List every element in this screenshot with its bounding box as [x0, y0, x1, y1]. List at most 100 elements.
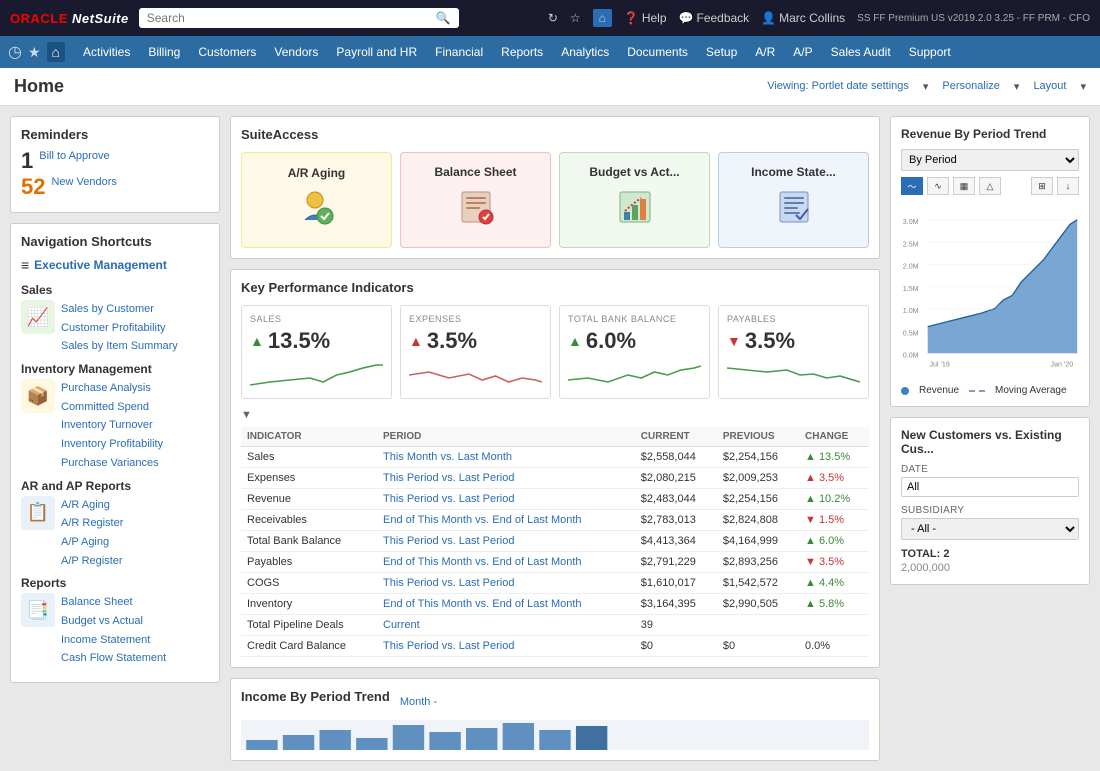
- nav-payroll[interactable]: Payroll and HR: [328, 36, 425, 68]
- nav-sales-audit[interactable]: Sales Audit: [823, 36, 899, 68]
- layout-link[interactable]: Layout: [1033, 80, 1066, 93]
- kpi-bank-value: ▲ 6.0%: [568, 328, 701, 354]
- chart-wave-icon[interactable]: ∿: [927, 177, 949, 195]
- budget-vs-actual-link[interactable]: Budget vs Actual: [61, 612, 166, 631]
- nav-setup[interactable]: Setup: [698, 36, 745, 68]
- ar-links: A/R Aging A/R Register A/P Aging A/P Reg…: [61, 496, 123, 571]
- reminder-item-2: 52 New Vendors: [21, 176, 209, 198]
- chart-download-icon[interactable]: ↓: [1057, 177, 1079, 195]
- ar-aging-link[interactable]: A/R Aging: [61, 496, 123, 515]
- reminder-label-2[interactable]: New Vendors: [51, 176, 116, 188]
- recent-icon[interactable]: ◷: [8, 42, 22, 62]
- kpi-period[interactable]: Current: [377, 615, 635, 636]
- kpi-period[interactable]: This Period vs. Last Period: [377, 531, 635, 552]
- kpi-period[interactable]: This Period vs. Last Period: [377, 468, 635, 489]
- kpi-sales-sparkline: [250, 360, 383, 390]
- kpi-change: ▲ 13.5%: [799, 447, 869, 468]
- nav-shortcuts-title: Navigation Shortcuts: [21, 234, 209, 249]
- kpi-period[interactable]: This Period vs. Last Period: [377, 573, 635, 594]
- suite-card-ar-icon: [297, 188, 337, 235]
- customer-profitability-link[interactable]: Customer Profitability: [61, 319, 178, 338]
- kpi-change: 0.0%: [799, 636, 869, 657]
- purchase-variances-link[interactable]: Purchase Variances: [61, 454, 163, 473]
- nav-financial[interactable]: Financial: [427, 36, 491, 68]
- kpi-period[interactable]: End of This Month vs. End of Last Month: [377, 510, 635, 531]
- kpi-indicator: Receivables: [241, 510, 377, 531]
- kpi-col-current: CURRENT: [635, 427, 717, 447]
- bookmark-icon[interactable]: ☆: [570, 11, 581, 25]
- search-icon[interactable]: 🔍: [436, 11, 451, 25]
- kpi-card-expenses: EXPENSES ▲ 3.5%: [400, 305, 551, 399]
- feedback-link[interactable]: 💬 Feedback: [679, 11, 750, 25]
- subsidiary-select[interactable]: - All -: [901, 518, 1079, 540]
- svg-text:1.5M: 1.5M: [903, 285, 919, 293]
- nav-analytics[interactable]: Analytics: [553, 36, 617, 68]
- balance-sheet-link[interactable]: Balance Sheet: [61, 593, 166, 612]
- kpi-current: $2,483,044: [635, 489, 717, 510]
- kpi-period[interactable]: This Period vs. Last Period: [377, 489, 635, 510]
- filter-arrow-icon[interactable]: ▼: [241, 409, 252, 421]
- chart-bar-icon[interactable]: ▦: [953, 177, 975, 195]
- nav-vendors[interactable]: Vendors: [266, 36, 326, 68]
- nav-documents[interactable]: Documents: [619, 36, 696, 68]
- income-statement-link[interactable]: Income Statement: [61, 631, 166, 650]
- inventory-profitability-link[interactable]: Inventory Profitability: [61, 435, 163, 454]
- reminder-num-2: 52: [21, 176, 45, 198]
- date-input[interactable]: [901, 477, 1079, 497]
- ap-aging-link[interactable]: A/P Aging: [61, 533, 123, 552]
- kpi-sales-label: SALES: [250, 314, 383, 324]
- suite-card-ar-aging[interactable]: A/R Aging: [241, 152, 392, 248]
- total-row: TOTAL: 2: [901, 548, 1079, 560]
- chart-area-icon[interactable]: △: [979, 177, 1001, 195]
- kpi-card-payables: PAYABLES ▼ 3.5%: [718, 305, 869, 399]
- home-nav-icon[interactable]: ⌂: [47, 42, 65, 62]
- nav-billing[interactable]: Billing: [140, 36, 188, 68]
- nav-activities[interactable]: Activities: [75, 36, 138, 68]
- purchase-analysis-link[interactable]: Purchase Analysis: [61, 379, 163, 398]
- suite-card-income[interactable]: Income State...: [718, 152, 869, 248]
- ar-register-link[interactable]: A/R Register: [61, 514, 123, 533]
- nav-reports[interactable]: Reports: [493, 36, 551, 68]
- personalize-link[interactable]: Personalize: [942, 80, 999, 93]
- cash-flow-link[interactable]: Cash Flow Statement: [61, 649, 166, 668]
- exec-link[interactable]: Executive Management: [34, 258, 167, 272]
- favorites-icon[interactable]: ★: [28, 44, 41, 61]
- user-menu[interactable]: 👤 Marc Collins: [761, 11, 845, 25]
- sales-by-customer-link[interactable]: Sales by Customer: [61, 300, 178, 319]
- inventory-turnover-link[interactable]: Inventory Turnover: [61, 416, 163, 435]
- chart-type-icons: 〜 ∿ ▦ △ ⊞ ↓: [901, 177, 1079, 195]
- reminder-label-1[interactable]: Bill to Approve: [39, 150, 109, 162]
- income-filter[interactable]: Month -: [400, 696, 437, 708]
- kpi-period[interactable]: End of This Month vs. End of Last Month: [377, 594, 635, 615]
- chart-zoom-icon[interactable]: ⊞: [1031, 177, 1053, 195]
- sales-by-item-link[interactable]: Sales by Item Summary: [61, 337, 178, 356]
- search-input[interactable]: [147, 11, 432, 25]
- viewing-portlet-link[interactable]: Viewing: Portlet date settings: [767, 80, 909, 93]
- chart-line-icon[interactable]: 〜: [901, 177, 923, 195]
- period-select[interactable]: By Period: [901, 149, 1079, 171]
- suite-card-budget[interactable]: Budget vs Act...: [559, 152, 710, 248]
- help-link[interactable]: ❓ Help: [624, 11, 667, 25]
- committed-spend-link[interactable]: Committed Spend: [61, 398, 163, 417]
- nav-customers[interactable]: Customers: [190, 36, 264, 68]
- income-period-title: Income By Period Trend: [241, 689, 390, 704]
- ar-group-title: AR and AP Reports: [21, 479, 209, 493]
- kpi-period[interactable]: This Month vs. Last Month: [377, 447, 635, 468]
- kpi-current: $2,783,013: [635, 510, 717, 531]
- kpi-change: ▲ 6.0%: [799, 531, 869, 552]
- ar-group: 📋 A/R Aging A/R Register A/P Aging A/P R…: [21, 496, 209, 571]
- kpi-period[interactable]: This Period vs. Last Period: [377, 636, 635, 657]
- kpi-previous: [717, 615, 799, 636]
- nav-ap[interactable]: A/P: [785, 36, 820, 68]
- nav-support[interactable]: Support: [901, 36, 959, 68]
- home-icon[interactable]: ⌂: [593, 9, 612, 27]
- suite-card-balance[interactable]: Balance Sheet: [400, 152, 551, 248]
- nav-ar[interactable]: A/R: [747, 36, 783, 68]
- refresh-icon[interactable]: ↻: [548, 11, 558, 25]
- kpi-period[interactable]: End of This Month vs. End of Last Month: [377, 552, 635, 573]
- ap-register-link[interactable]: A/P Register: [61, 552, 123, 571]
- inv-group: 📦 Purchase Analysis Committed Spend Inve…: [21, 379, 209, 472]
- kpi-expenses-sparkline: [409, 360, 542, 390]
- kpi-table-row: Sales This Month vs. Last Month $2,558,0…: [241, 447, 869, 468]
- kpi-col-previous: PREVIOUS: [717, 427, 799, 447]
